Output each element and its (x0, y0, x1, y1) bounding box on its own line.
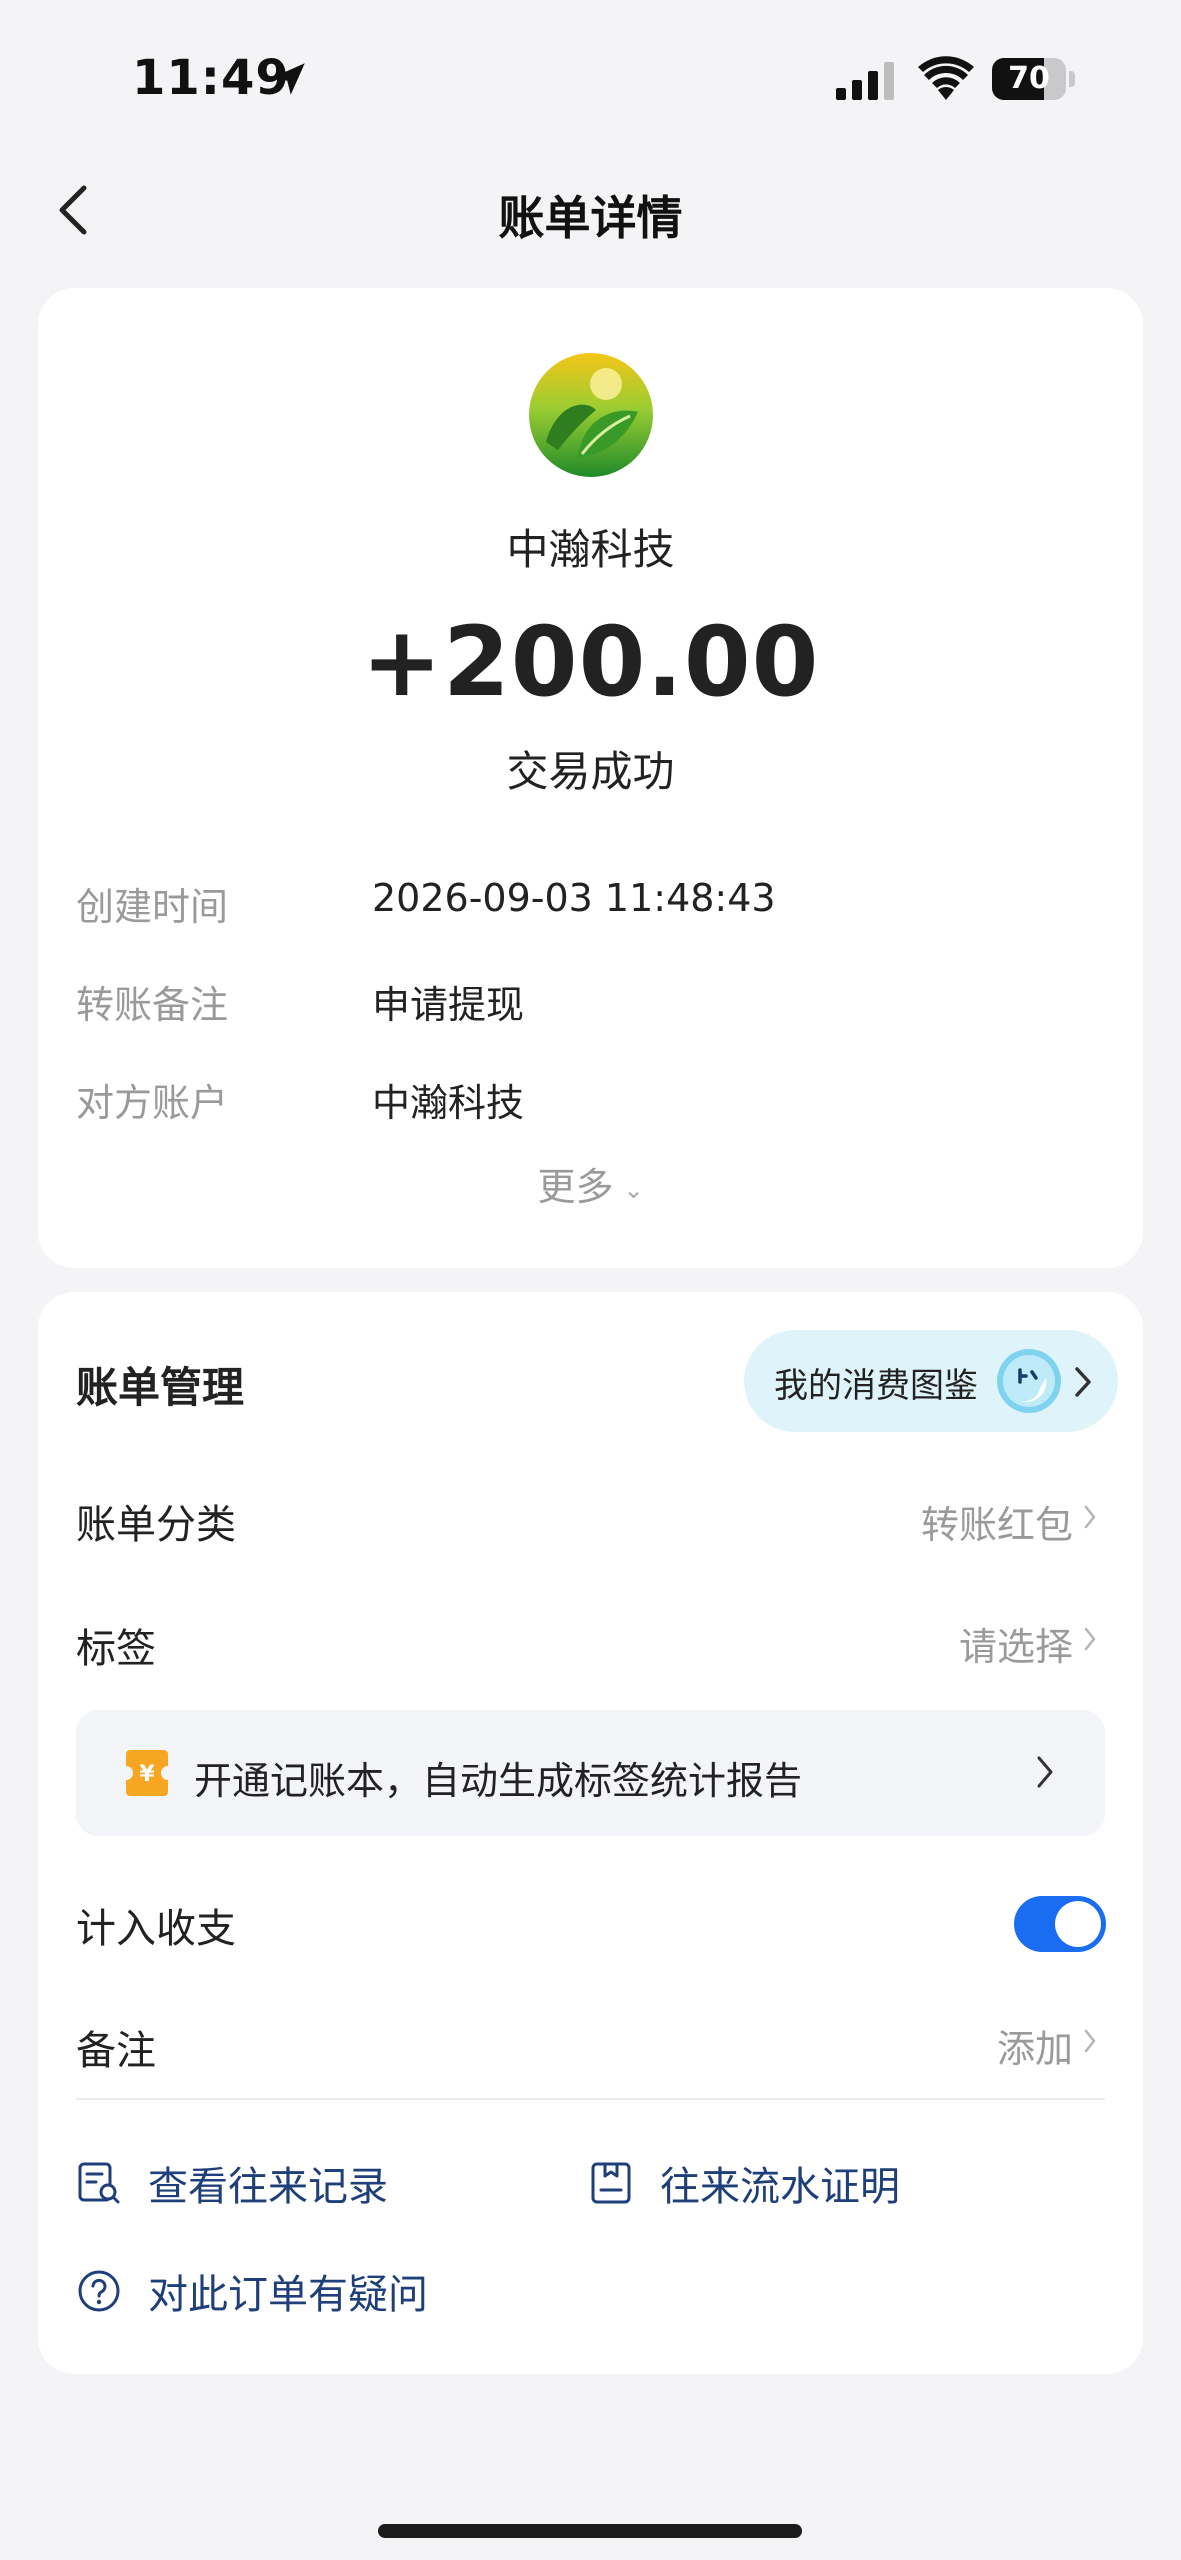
consumption-guide-label: 我的消费图鉴 (774, 1366, 978, 1406)
chevron-down-icon: ⌄ (623, 1175, 644, 1204)
note-value: 添加 (996, 2027, 1073, 2071)
question-circle-icon (78, 2270, 120, 2312)
more-button[interactable]: 更多 ⌄ (38, 1156, 1143, 1211)
view-records-label: 查看往来记录 (148, 2164, 388, 2210)
divider (76, 2098, 1105, 2100)
svg-text:¥: ¥ (139, 1762, 155, 1787)
counterparty-value: 中瀚科技 (372, 1081, 525, 1125)
page-title: 账单详情 (498, 191, 683, 245)
bill-category-label: 账单分类 (76, 1502, 236, 1548)
counterparty-label: 对方账户 (76, 1081, 229, 1125)
navigation-bar: 账单详情 (0, 160, 1181, 260)
chevron-right-icon (1084, 1505, 1096, 1529)
transaction-card: 中瀚科技 +200.00 交易成功 创建时间 2026-09-03 11:48:… (38, 288, 1143, 1268)
cellular-signal-icon (836, 62, 894, 100)
statement-proof-label: 往来流水证明 (660, 2164, 900, 2210)
location-arrow-icon (273, 63, 305, 95)
section-title: 账单管理 (76, 1363, 245, 1412)
chevron-right-icon (1084, 1627, 1096, 1651)
include-in-stats-label: 计入收支 (76, 1906, 236, 1952)
status-time: 11:49 (132, 50, 290, 106)
more-label: 更多 (537, 1165, 614, 1209)
bill-category-value: 转账红包 (920, 1503, 1073, 1547)
battery-indicator: 70 (992, 58, 1075, 100)
home-indicator[interactable] (378, 2524, 802, 2538)
tag-label: 标签 (76, 1626, 156, 1672)
order-question-label: 对此订单有疑问 (148, 2272, 428, 2318)
transaction-status: 交易成功 (506, 747, 675, 796)
consumption-guide-button[interactable]: 我的消费图鉴 (744, 1330, 1118, 1432)
chevron-right-icon (1084, 2029, 1096, 2053)
created-time-label: 创建时间 (76, 885, 229, 929)
bill-management-card: 账单管理 我的消费图鉴 账单分类 转账红包 标签 请选择 ¥ 开通记账本，自动生… (38, 1292, 1143, 2374)
records-search-icon (78, 2162, 120, 2204)
battery-level: 70 (1008, 61, 1050, 96)
tag-value: 请选择 (958, 1625, 1073, 1669)
merchant-logo (529, 353, 653, 477)
created-time-value: 2026-09-03 11:48:43 (372, 876, 776, 920)
view-records-link[interactable]: 查看往来记录 (76, 2154, 388, 2212)
chevron-right-icon (1075, 1367, 1091, 1397)
note-label: 备注 (76, 2028, 156, 2074)
mascot-icon (997, 1349, 1061, 1413)
wifi-icon (918, 56, 974, 100)
promo-text: 开通记账本，自动生成标签统计报告 (194, 1759, 803, 1803)
include-in-stats-toggle[interactable] (1014, 1896, 1106, 1952)
merchant-name: 中瀚科技 (506, 525, 675, 574)
chevron-right-icon (1037, 1756, 1053, 1788)
statement-proof-link[interactable]: 往来流水证明 (588, 2154, 900, 2212)
status-bar: 11:49 70 (0, 0, 1181, 150)
order-question-link[interactable]: 对此订单有疑问 (76, 2262, 428, 2320)
ledger-promo-banner[interactable]: ¥ 开通记账本，自动生成标签统计报告 (76, 1710, 1105, 1836)
transfer-note-label: 转账备注 (76, 983, 229, 1027)
transfer-note-value: 申请提现 (372, 983, 525, 1027)
document-icon (591, 2162, 631, 2204)
yuan-ticket-icon: ¥ (126, 1750, 168, 1796)
transaction-amount: +200.00 (361, 606, 820, 718)
toggle-knob (1055, 1901, 1101, 1947)
